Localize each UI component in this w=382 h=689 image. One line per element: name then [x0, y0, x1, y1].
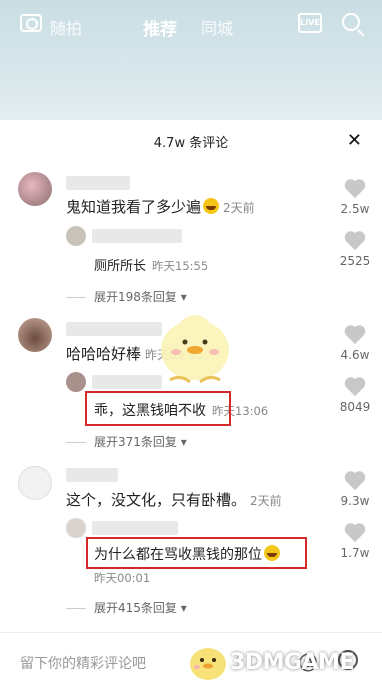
avatar[interactable] [18, 172, 52, 206]
comment-body: 这个，没文化，只有卧槽。 [66, 491, 247, 509]
username[interactable] [66, 322, 162, 336]
expand-label: 展开198条回复 [94, 290, 177, 304]
avatar[interactable] [18, 466, 52, 500]
comment-time: 2天前 [223, 201, 255, 215]
reply-like-button[interactable]: 1.7w [335, 524, 375, 560]
reply-username[interactable] [92, 229, 182, 243]
laughing-emoji-icon [203, 198, 220, 214]
tab-nearby[interactable]: 同城 [201, 15, 233, 39]
like-count: 2.5w [340, 202, 370, 216]
reply-text: 厕所所长 昨天15:55 [94, 255, 208, 274]
close-icon[interactable]: ✕ [347, 130, 362, 151]
heart-icon [344, 180, 366, 200]
comment-body: 哈哈哈好棒 [66, 345, 142, 363]
reply-like-button[interactable]: 2525 [335, 232, 375, 268]
reply-time: 昨天15:55 [152, 259, 209, 273]
divider-line [66, 297, 86, 298]
comment-text: 鬼知道我看了多少遍 2天前 [66, 196, 255, 217]
like-button[interactable]: 4.6w [335, 326, 375, 362]
like-button[interactable]: 2.5w [335, 180, 375, 216]
top-navigation: 随拍 推荐 同城 LIVE [0, 0, 382, 52]
comment-panel-header: 4.7w 条评论 ✕ [0, 120, 382, 162]
reply-time-row: 昨天00:01 [94, 570, 150, 586]
comment-text: 这个，没文化，只有卧槽。 2天前 [66, 489, 282, 510]
reply-body: 厕所所长 [94, 259, 147, 274]
username[interactable] [66, 176, 130, 190]
reply-time: 昨天00:01 [94, 571, 151, 585]
like-count: 8049 [339, 400, 371, 414]
reply-avatar[interactable] [66, 518, 86, 538]
heart-icon [344, 326, 366, 346]
chevron-down-icon: ▾ [180, 601, 187, 615]
like-count: 4.6w [340, 348, 370, 362]
comment-body: 鬼知道我看了多少遍 [66, 198, 202, 216]
comment-count: 4.7w 条评论 [153, 136, 229, 151]
like-count: 1.7w [340, 546, 370, 560]
chevron-down-icon: ▾ [180, 435, 187, 449]
highlight-box [85, 391, 231, 426]
comment-input[interactable]: 留下你的精彩评论吧 [20, 653, 146, 673]
username[interactable] [66, 468, 118, 482]
expand-label: 展开371条回复 [94, 435, 177, 449]
divider-line [66, 608, 86, 609]
heart-icon [344, 232, 366, 252]
expand-label: 展开415条回复 [94, 601, 177, 615]
reply-avatar[interactable] [66, 226, 86, 246]
watermark-text: 3DMGAME [230, 650, 354, 675]
like-count: 9.3w [340, 494, 370, 508]
highlight-box [86, 537, 307, 569]
expand-replies-button[interactable]: 展开198条回复 ▾ [66, 288, 187, 305]
like-button[interactable]: 9.3w [335, 472, 375, 508]
avatar[interactable] [18, 318, 52, 352]
expand-replies-button[interactable]: 展开415条回复 ▾ [66, 599, 187, 616]
heart-icon [344, 472, 366, 492]
tab-recommend[interactable]: 推荐 [143, 15, 177, 40]
reply-avatar[interactable] [66, 372, 86, 392]
tab-suipai[interactable]: 随拍 [50, 15, 82, 39]
divider-line [66, 442, 86, 443]
heart-icon [344, 524, 366, 544]
like-count: 2525 [339, 254, 371, 268]
comment-time: 2天前 [250, 494, 282, 508]
duck-mascot-sticker [161, 315, 229, 384]
heart-icon [344, 378, 366, 398]
duck-logo-icon [190, 648, 226, 680]
reply-username[interactable] [92, 521, 178, 535]
reply-like-button[interactable]: 8049 [335, 378, 375, 414]
watermark: 3DMGAME [186, 638, 376, 686]
video-background: 随拍 推荐 同城 LIVE [0, 0, 382, 120]
chevron-down-icon: ▾ [180, 290, 187, 304]
expand-replies-button[interactable]: 展开371条回复 ▾ [66, 433, 187, 450]
search-icon[interactable] [342, 13, 360, 31]
live-icon[interactable]: LIVE [298, 13, 322, 33]
camera-icon[interactable] [20, 14, 42, 32]
